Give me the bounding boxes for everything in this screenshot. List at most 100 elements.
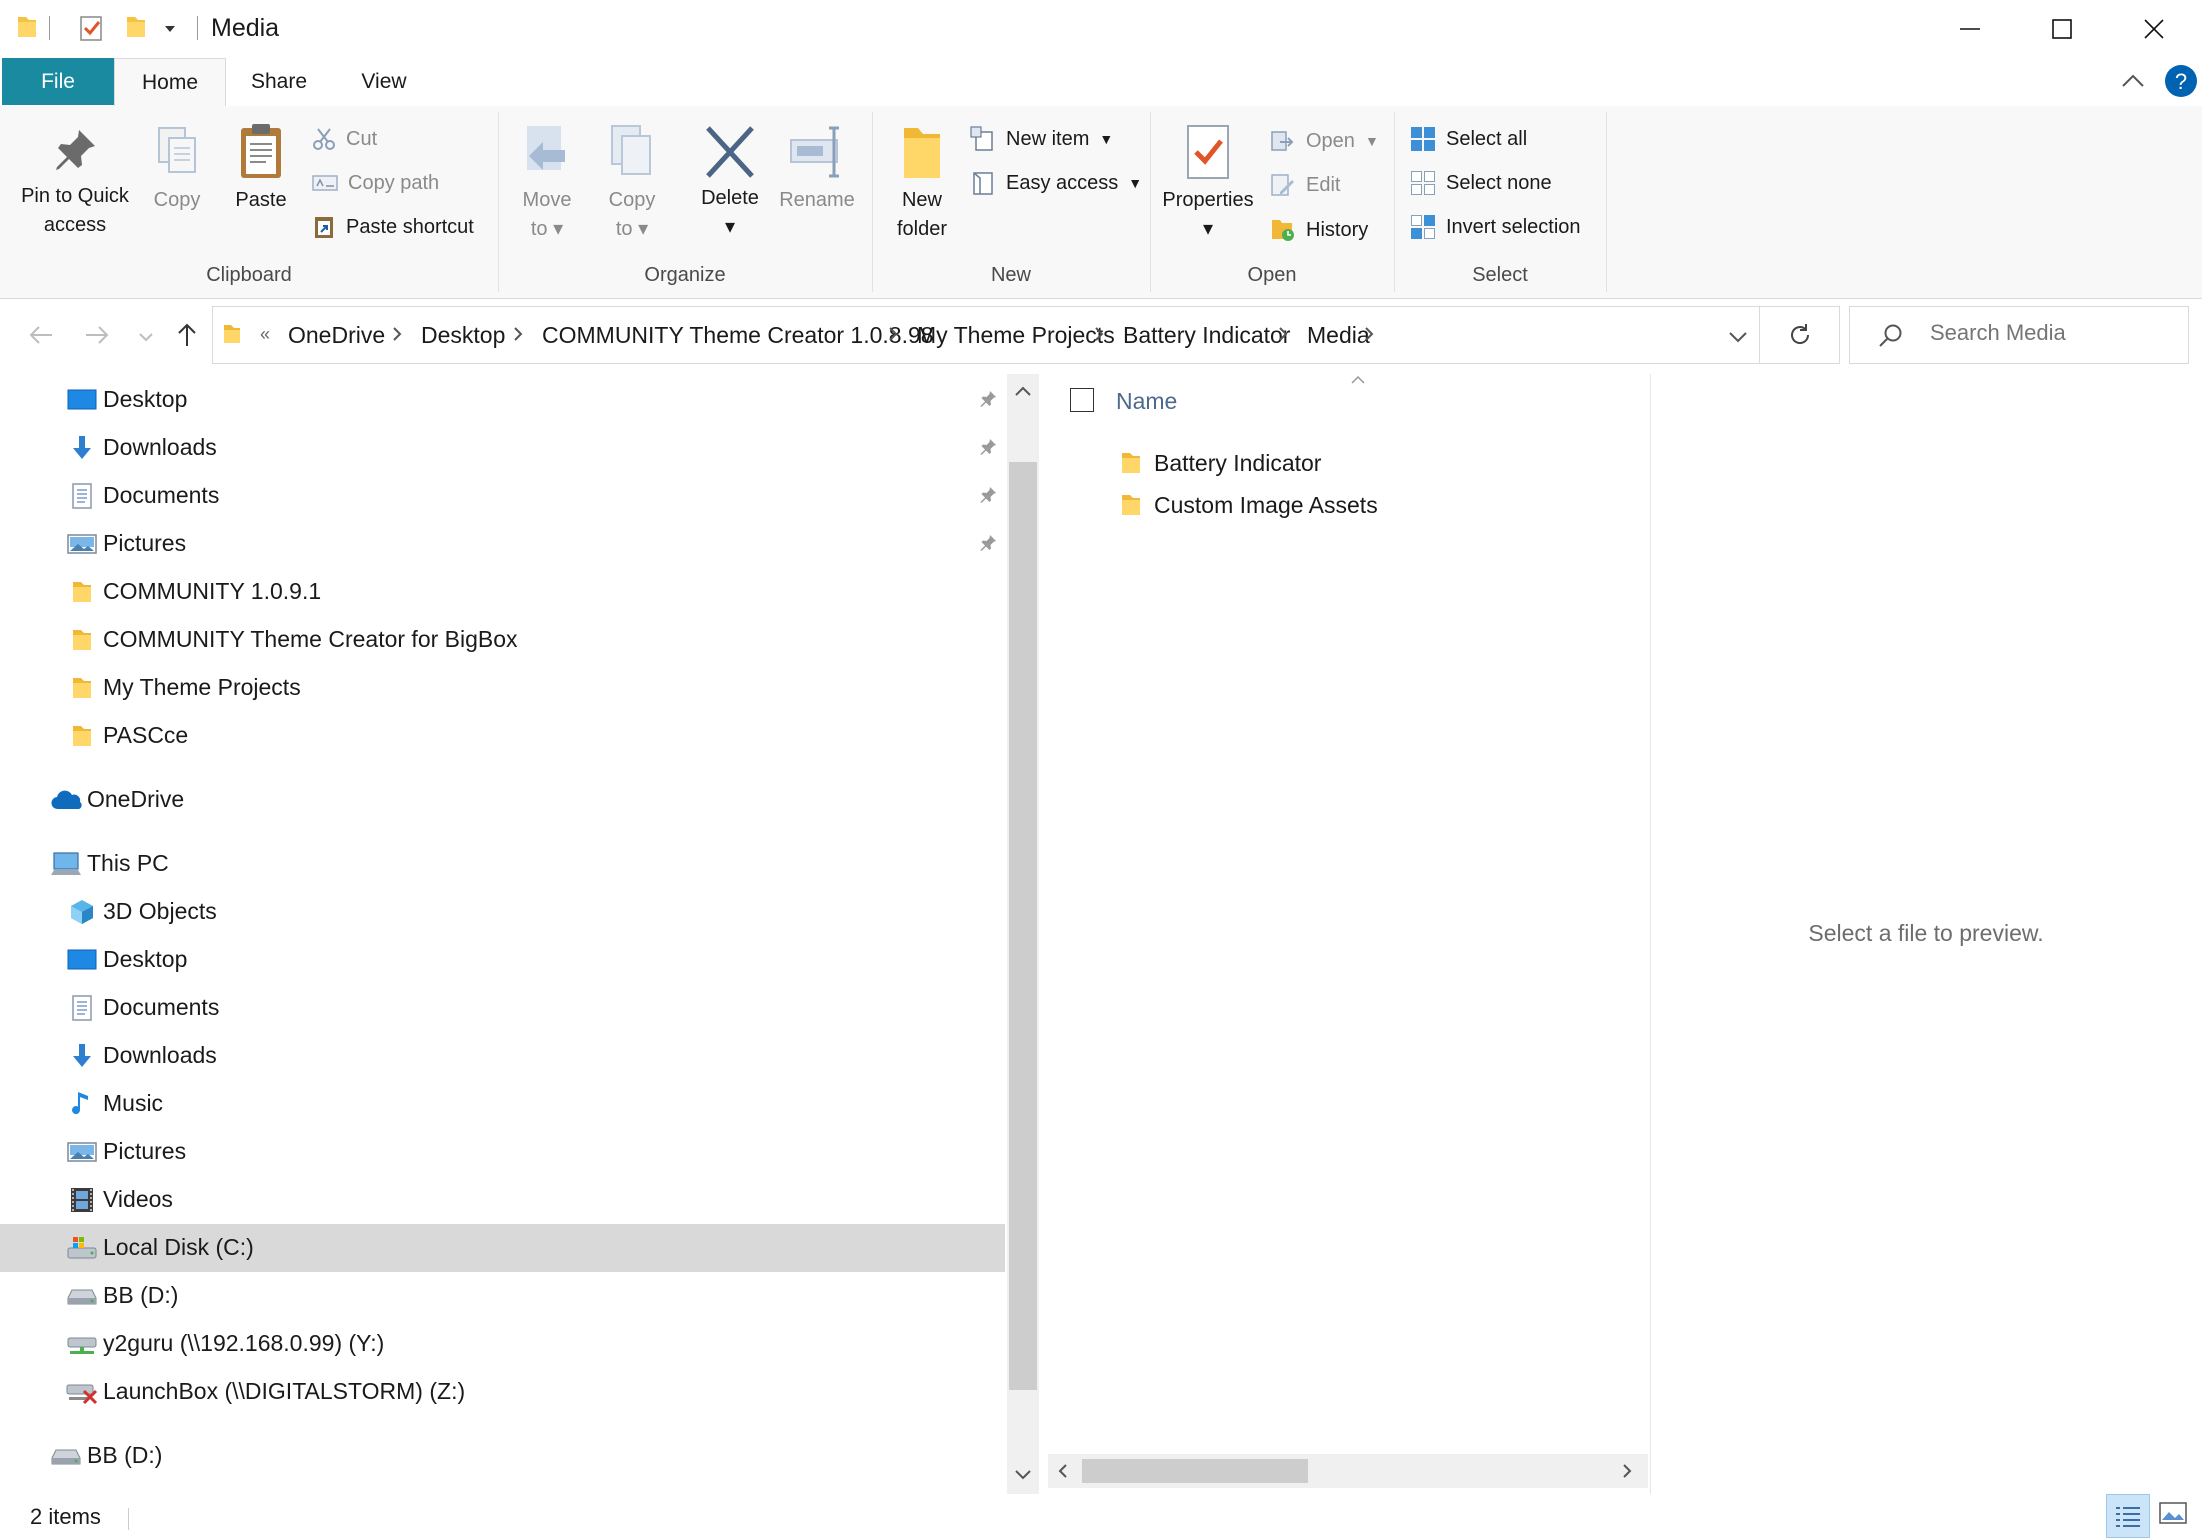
help-icon[interactable]: ? xyxy=(2164,64,2198,103)
quick-access-item[interactable]: COMMUNITY Theme Creator for BigBox xyxy=(0,616,1005,664)
maximize-button[interactable] xyxy=(2016,0,2108,58)
cut-button[interactable]: Cut xyxy=(312,123,377,155)
pinned-icon[interactable] xyxy=(978,532,998,559)
invert-selection-button[interactable]: Invert selection xyxy=(1410,211,1581,243)
nav-item-label: Pictures xyxy=(103,530,187,556)
minimize-ribbon-icon[interactable] xyxy=(2120,72,2146,95)
properties-qa-icon[interactable] xyxy=(78,14,104,47)
new-folder-button[interactable]: New folder xyxy=(884,122,960,244)
copy-button[interactable]: Copy xyxy=(142,124,212,215)
history-button[interactable]: History xyxy=(1270,214,1368,246)
this-pc-item[interactable]: Downloads xyxy=(0,1032,1005,1080)
tab-view[interactable]: View xyxy=(334,58,434,105)
quick-access-item[interactable]: Pictures xyxy=(0,520,1005,568)
close-button[interactable] xyxy=(2108,0,2200,58)
scroll-left-arrow-icon[interactable] xyxy=(1056,1462,1070,1485)
address-overflow[interactable]: « xyxy=(260,324,270,345)
rename-button[interactable]: Rename xyxy=(774,122,860,215)
forward-arrow-icon[interactable] xyxy=(84,324,110,351)
qa-divider xyxy=(49,16,50,40)
copy-path-button[interactable]: Copy path xyxy=(312,167,439,199)
select-all-button[interactable]: Select all xyxy=(1410,123,1527,155)
refresh-button[interactable] xyxy=(1760,306,1840,364)
nav-this-pc[interactable]: This PC xyxy=(0,840,1005,888)
file-row[interactable]: Battery Indicator xyxy=(1070,442,1650,484)
new-item-dropdown-icon: ▼ xyxy=(1099,131,1114,147)
this-pc-item[interactable]: Desktop xyxy=(0,936,1005,984)
this-pc-item[interactable]: Pictures xyxy=(0,1128,1005,1176)
search-input[interactable] xyxy=(1928,319,2172,347)
paste-button[interactable]: Paste xyxy=(226,122,296,215)
this-pc-item[interactable]: Music xyxy=(0,1080,1005,1128)
quick-access-item[interactable]: PASCce xyxy=(0,712,1005,760)
quick-access-item[interactable]: COMMUNITY 1.0.9.1 xyxy=(0,568,1005,616)
select-none-button[interactable]: Select none xyxy=(1410,167,1552,199)
scroll-up-arrow-icon[interactable] xyxy=(1013,384,1033,403)
breadcrumb-chevron-icon[interactable] xyxy=(512,322,524,348)
breadcrumb-item[interactable]: Desktop xyxy=(421,322,505,349)
large-icons-view-button[interactable] xyxy=(2158,1500,2188,1531)
search-box[interactable] xyxy=(1849,306,2189,364)
this-pc-item[interactable]: y2guru (\\192.168.0.99) (Y:) xyxy=(0,1320,1005,1368)
this-pc-item[interactable]: LaunchBox (\\DIGITALSTORM) (Z:) xyxy=(0,1368,1005,1416)
open-button[interactable]: Open ▼ xyxy=(1270,125,1379,157)
move-to-button[interactable]: Move to ▾ xyxy=(512,122,582,244)
folder-icon xyxy=(66,672,98,704)
breadcrumb-item[interactable]: COMMUNITY Theme Creator 1.0.8.98 xyxy=(542,322,934,349)
recent-locations-icon[interactable] xyxy=(138,330,154,348)
customize-qa-dropdown-icon[interactable] xyxy=(162,20,178,41)
breadcrumb-item[interactable]: Media xyxy=(1307,322,1370,349)
this-pc-item[interactable]: BB (D:) xyxy=(0,1272,1005,1320)
breadcrumb-item[interactable]: OneDrive xyxy=(288,322,385,349)
title-bar: Media xyxy=(0,0,2202,58)
breadcrumb-item[interactable]: My Theme Projects xyxy=(917,322,1115,349)
new-item-button[interactable]: New item ▼ xyxy=(970,123,1113,155)
easy-access-button[interactable]: Easy access ▼ xyxy=(970,167,1142,199)
tab-share[interactable]: Share xyxy=(224,58,334,105)
new-folder-qa-icon[interactable] xyxy=(125,14,147,45)
breadcrumb-chevron-icon[interactable] xyxy=(391,322,403,348)
status-bar xyxy=(0,1494,2202,1540)
quick-access-item[interactable]: My Theme Projects xyxy=(0,664,1005,712)
quick-access-item[interactable]: Downloads xyxy=(0,424,1005,472)
quick-access-item[interactable]: Desktop xyxy=(0,376,1005,424)
horizontal-scrollbar-thumb[interactable] xyxy=(1082,1459,1308,1483)
tab-file[interactable]: File xyxy=(2,58,114,105)
tab-home[interactable]: Home xyxy=(114,58,226,107)
details-view-button[interactable] xyxy=(2106,1494,2150,1538)
nav-item-label: LaunchBox (\\DIGITALSTORM) (Z:) xyxy=(103,1378,466,1404)
nav-bb-drive[interactable]: BB (D:) xyxy=(0,1432,1005,1480)
breadcrumb-chevron-icon[interactable] xyxy=(1363,322,1375,348)
column-header-name[interactable]: Name xyxy=(1070,382,1650,424)
file-row[interactable]: Custom Image Assets xyxy=(1070,484,1650,526)
edit-button[interactable]: Edit xyxy=(1270,169,1340,201)
minimize-button[interactable] xyxy=(1924,0,2016,58)
folder-icon xyxy=(16,14,38,45)
scroll-down-arrow-icon[interactable] xyxy=(1013,1468,1033,1487)
pinned-icon[interactable] xyxy=(978,436,998,463)
nav-onedrive[interactable]: OneDrive xyxy=(0,776,1005,824)
this-pc-item[interactable]: Local Disk (C:) xyxy=(0,1224,1005,1272)
breadcrumb-chevron-icon[interactable] xyxy=(1093,322,1105,348)
breadcrumb-item[interactable]: Battery Indicator xyxy=(1123,322,1290,349)
pin-to-quick-access-button[interactable]: Pin to Quick access xyxy=(10,124,140,240)
breadcrumb-chevron-icon[interactable] xyxy=(1277,322,1289,348)
select-all-checkbox[interactable] xyxy=(1070,388,1094,412)
pinned-icon[interactable] xyxy=(978,484,998,511)
this-pc-item[interactable]: Videos xyxy=(0,1176,1005,1224)
this-pc-item[interactable]: 3D Objects xyxy=(0,888,1005,936)
copy-to-button[interactable]: Copy to ▾ xyxy=(597,122,667,244)
this-pc-item[interactable]: Documents xyxy=(0,984,1005,1032)
paste-shortcut-button[interactable]: Paste shortcut xyxy=(312,211,474,243)
up-arrow-icon[interactable] xyxy=(176,322,198,353)
back-arrow-icon[interactable] xyxy=(28,324,54,351)
quick-access-item[interactable]: Documents xyxy=(0,472,1005,520)
properties-button[interactable]: Properties ▾ xyxy=(1158,122,1258,244)
pinned-icon[interactable] xyxy=(978,388,998,415)
scroll-right-arrow-icon[interactable] xyxy=(1620,1462,1634,1485)
address-history-dropdown-icon[interactable] xyxy=(1728,330,1748,348)
nav-scrollbar-thumb[interactable] xyxy=(1009,462,1037,1390)
delete-button[interactable]: Delete ▾ xyxy=(692,124,768,242)
folder-icon xyxy=(66,576,98,608)
breadcrumb-chevron-icon[interactable] xyxy=(887,322,899,348)
